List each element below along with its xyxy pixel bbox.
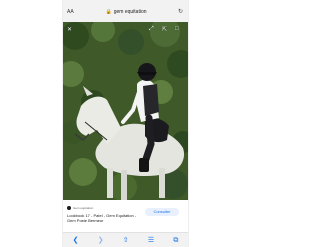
result-caption: Gem equitation Lookbook 17 - Patel - Gem…	[63, 200, 188, 232]
visit-button[interactable]: Consulter	[145, 208, 179, 216]
bookmark-icon[interactable]: □	[175, 26, 179, 32]
url-field[interactable]: 🔒 gem equitation	[84, 7, 168, 17]
close-icon[interactable]: ✕	[67, 26, 72, 33]
share-icon[interactable]: ⇧	[123, 237, 129, 244]
horse-rider-photo	[63, 22, 188, 200]
share-icon[interactable]: ⇱	[162, 26, 167, 33]
tabs-icon[interactable]: ⧉	[173, 237, 178, 244]
url-text: gem equitation	[113, 9, 147, 15]
reload-icon[interactable]: ↻	[178, 8, 183, 15]
forward-icon[interactable]: ❯	[98, 237, 104, 244]
browser-toolbar: ❮ ❯ ⇧ ☰ ⧉	[63, 232, 188, 247]
bookmarks-icon[interactable]: ☰	[148, 237, 154, 244]
source-avatar	[67, 206, 71, 210]
result-image: ✕ ⤢ ⇱ □	[63, 22, 188, 200]
mobile-browser: AA 🔒 gem equitation ↻ ✕ ⤢ ⇱ □ Gem equita…	[62, 0, 189, 247]
result-title[interactable]: Lookbook 17 - Patel - Gem Equitation - G…	[67, 213, 143, 223]
expand-icon[interactable]: ⤢	[149, 26, 154, 33]
source-name: Gem equitation	[73, 206, 94, 210]
address-bar: AA 🔒 gem equitation ↻	[63, 0, 188, 23]
reader-options-button[interactable]: AA	[67, 9, 74, 15]
back-icon[interactable]: ❮	[73, 237, 79, 244]
lock-icon: 🔒	[105, 9, 112, 15]
